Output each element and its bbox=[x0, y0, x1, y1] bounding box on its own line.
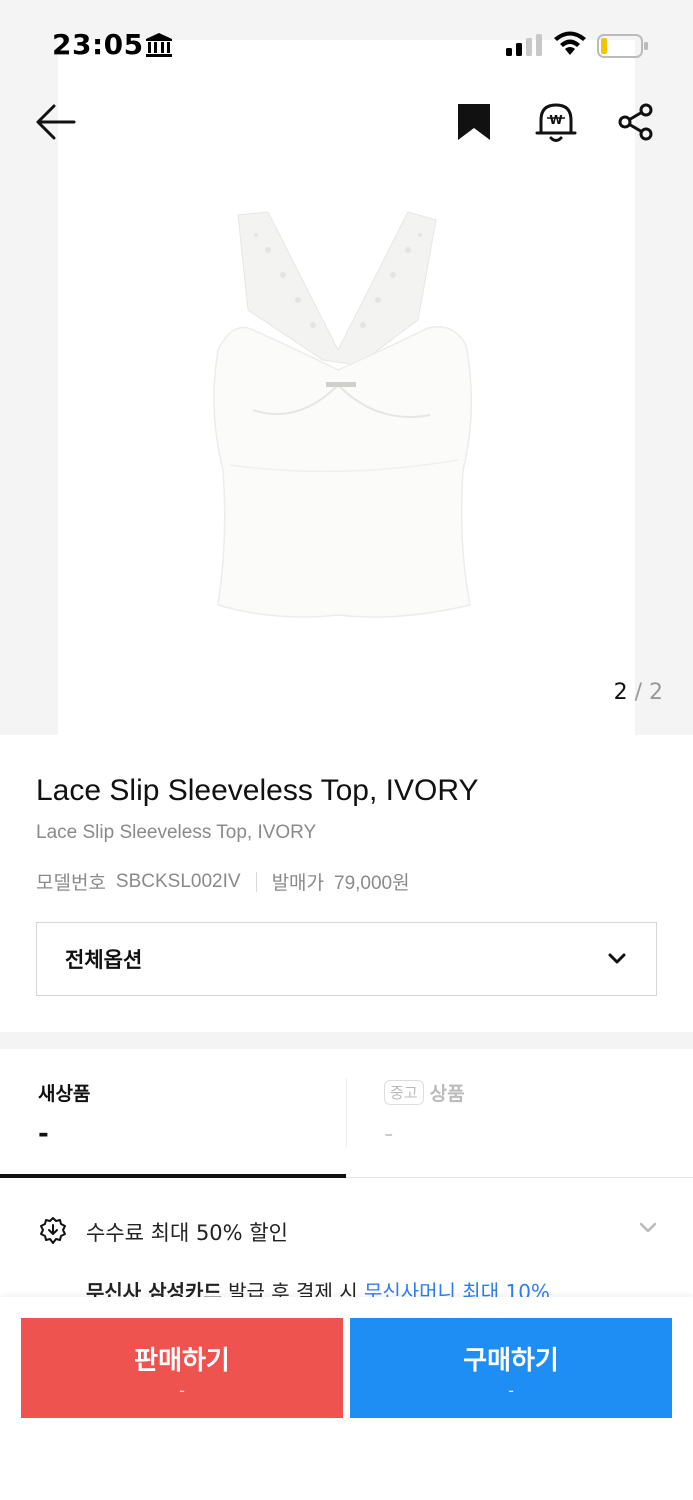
discount-icon bbox=[40, 1217, 66, 1244]
buy-button-label: 구매하기 bbox=[463, 1346, 559, 1376]
bottom-action-bar: 판매하기 - 구매하기 - bbox=[0, 1297, 693, 1500]
svg-text:W: W bbox=[549, 113, 562, 127]
release-price: 79,000원 bbox=[334, 873, 410, 894]
buy-button-price: - bbox=[508, 1381, 514, 1400]
model-number-label: 모델번호 bbox=[36, 873, 106, 894]
used-badge: 중고 bbox=[384, 1080, 424, 1105]
section-divider bbox=[0, 1032, 693, 1049]
tab-used-label: 중고 상품 bbox=[384, 1079, 465, 1106]
option-select-value: 전체옵션 bbox=[65, 948, 143, 972]
card-promo-text: 무신사 삼성카드 발급 후 결제 시 무신사머니 최대 10% bbox=[86, 1276, 550, 1298]
product-meta: 모델번호 SBCKSL002IV 발매가 79,000원 bbox=[36, 868, 410, 895]
tab-used-price: - bbox=[384, 1119, 394, 1149]
chevron-down-icon bbox=[608, 953, 626, 964]
sell-button-label: 판매하기 bbox=[134, 1346, 230, 1376]
promo-link[interactable]: 무신사머니 최대 10% bbox=[364, 1280, 550, 1298]
promo-card-name: 무신사 삼성카드 bbox=[86, 1280, 222, 1298]
sell-button[interactable]: 판매하기 - bbox=[21, 1318, 343, 1418]
wifi-icon bbox=[554, 31, 586, 55]
active-tab-indicator bbox=[0, 1174, 346, 1178]
option-select[interactable]: 전체옵션 bbox=[36, 922, 657, 996]
page-separator: / bbox=[634, 680, 642, 705]
meta-divider bbox=[255, 871, 257, 892]
model-number: SBCKSL002IV bbox=[115, 870, 241, 892]
chevron-down-icon bbox=[639, 1222, 657, 1233]
buy-button[interactable]: 구매하기 - bbox=[350, 1318, 672, 1418]
benefit-text: 수수료 최대 50% 할인 bbox=[86, 1221, 288, 1245]
price-alert-icon[interactable]: W bbox=[535, 100, 577, 144]
share-icon[interactable] bbox=[616, 102, 656, 142]
tab-new-price: - bbox=[38, 1119, 49, 1149]
total-pages: 2 bbox=[649, 680, 663, 705]
tab-used-text: 상품 bbox=[429, 1083, 465, 1105]
product-photo bbox=[213, 211, 473, 618]
release-price-label: 발매가 bbox=[271, 873, 325, 894]
tab-used-product[interactable]: 중고 상품 - bbox=[346, 1049, 693, 1179]
promo-condition: 발급 후 결제 시 bbox=[221, 1280, 364, 1298]
sell-button-price: - bbox=[179, 1381, 185, 1400]
product-image-area bbox=[0, 0, 693, 735]
back-arrow-icon[interactable] bbox=[34, 102, 78, 142]
benefit-row[interactable]: 수수료 최대 50% 할인 bbox=[0, 1200, 693, 1260]
signal-strength-icon bbox=[506, 34, 542, 56]
status-time: 23:05 bbox=[52, 28, 144, 61]
gallery-page-indicator: 2 / 2 bbox=[614, 680, 663, 705]
battery-icon bbox=[597, 34, 648, 58]
product-image-frame[interactable] bbox=[58, 40, 635, 735]
current-page: 2 bbox=[613, 680, 628, 705]
tab-new-product[interactable]: 새상품 - bbox=[0, 1049, 346, 1179]
product-title: Lace Slip Sleeveless Top, IVORY bbox=[36, 774, 479, 807]
status-bar: 23:05 bbox=[0, 0, 693, 90]
tab-new-label: 새상품 bbox=[38, 1083, 91, 1105]
product-subtitle: Lace Slip Sleeveless Top, IVORY bbox=[36, 822, 317, 843]
bank-icon bbox=[146, 33, 172, 57]
bookmark-icon[interactable] bbox=[456, 102, 492, 142]
